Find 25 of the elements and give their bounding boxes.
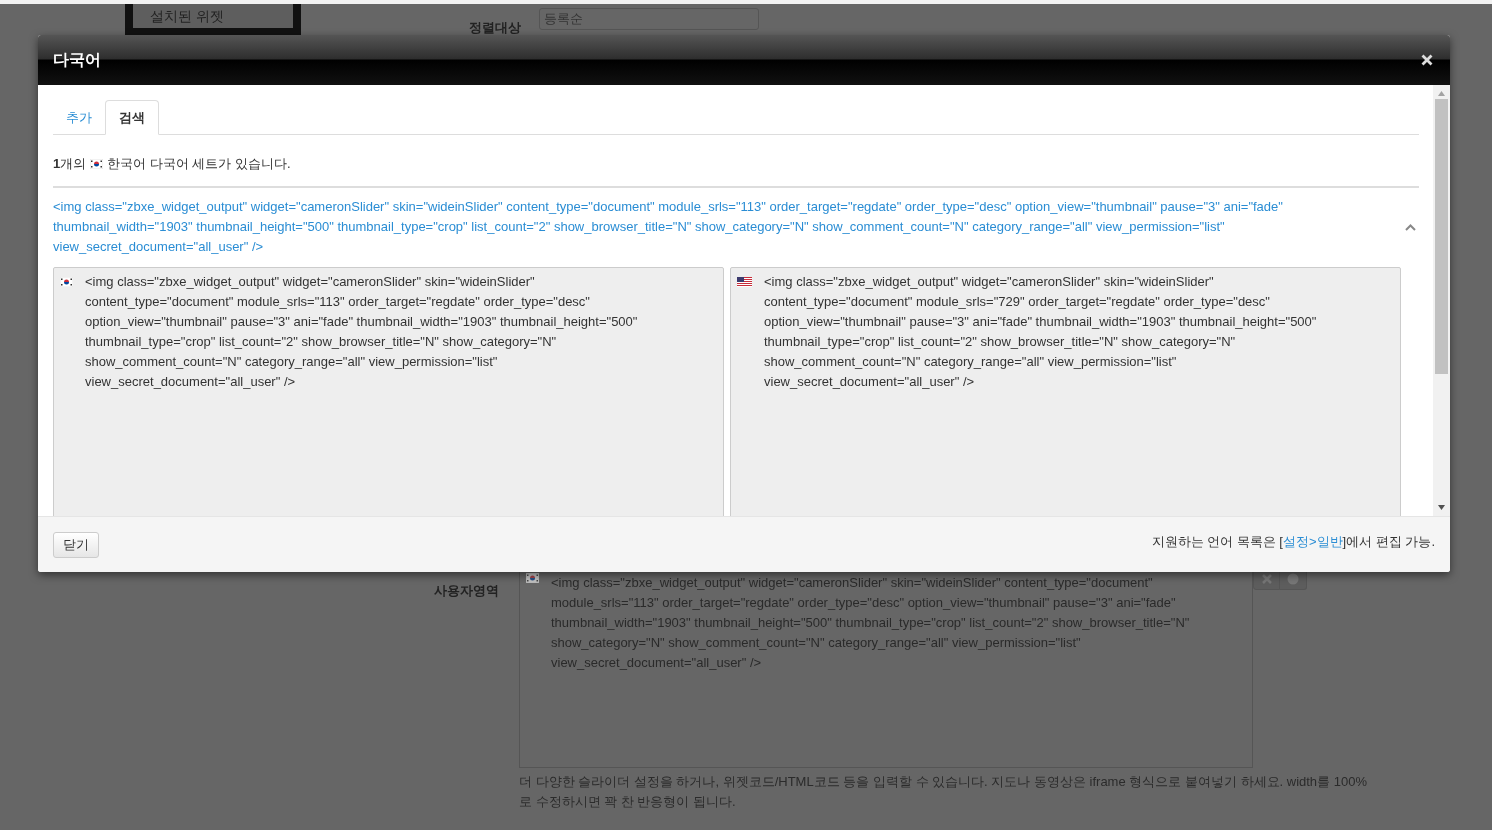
result-count: 1개의 bbox=[53, 155, 87, 173]
sidebar-item[interactable]: 설치된 위젯 bbox=[133, 4, 293, 28]
field-label: 정렬대상 bbox=[469, 19, 521, 37]
close-button[interactable] bbox=[1419, 52, 1435, 68]
scrollbar-thumb[interactable] bbox=[1435, 99, 1448, 374]
scroll-down-icon[interactable] bbox=[1438, 505, 1445, 510]
footer-note: 지원하는 언어 목록은 [설정>일반]에서 편집 가능. bbox=[1151, 532, 1435, 551]
close-dialog-button[interactable]: 닫기 bbox=[53, 531, 99, 558]
source-text[interactable]: <img class="zbxe_widget_output" widget="cameronSlider" skin="wideinSlider" content_type="document" module_srls="113" order_target="regdate" order_type="desc" option_view="thumbnail" pause="3" ani="fade" thumbnail_width="1903" thumbnail_height="500" thumbnail_type="crop" list_count="2" show_browser_title="N" show_category="N" show_comment_count="N" category_range="all" view_permission="list" view_secret_document="all_user" /> bbox=[53, 196, 1283, 257]
translation-field[interactable]: <img class="zbxe_widget_output" widget="cameronSlider" skin="wideinSlider" content_type="document" module_srls="729" order_target="regdate" order_type="desc" option_view="thumbnail" pause="3" ani="fade" thumbnail_width="1903" thumbnail_height="500" thumbnail_type="crop" list_count="2" show_browser_title="N" show_category="N" show_comment_count="N" category_range="all" view_permission="list" view_secret_document="all_user" /> bbox=[730, 266, 1401, 516]
result-text: 한국어 다국어 세트가 있습니다. bbox=[107, 155, 291, 173]
field-label: 사용자영역 bbox=[434, 583, 499, 598]
translation-field[interactable]: <img class="zbxe_widget_output" widget="cameronSlider" skin="wideinSlider" content_type="document" module_srls="113" order_target="regdate" order_type="desc" option_view="thumbnail" pause="3" ani="fade" thumbnail_width="1903" thumbnail_height="500" thumbnail_type="crop" list_count="2" show_browser_title="N" show_category="N" show_comment_count="N" category_range="all" view_permission="list" view_secret_document="all_user" /> bbox=[53, 266, 724, 516]
chevron-up-icon[interactable] bbox=[1405, 223, 1416, 231]
dialog-title: 다국어 bbox=[53, 50, 101, 70]
scrollbar[interactable] bbox=[1433, 85, 1450, 516]
american-flag-icon bbox=[737, 276, 752, 287]
tab[interactable]: 추가 bbox=[53, 100, 105, 135]
korean-flag-icon bbox=[60, 276, 73, 287]
settings-link[interactable]: 설정>일반 bbox=[1282, 533, 1343, 549]
close-icon bbox=[1421, 54, 1433, 66]
tab[interactable]: 검색 bbox=[105, 100, 159, 135]
korean-flag-icon bbox=[526, 573, 539, 583]
korean-flag-icon bbox=[90, 158, 104, 169]
close-icon bbox=[1261, 574, 1272, 584]
